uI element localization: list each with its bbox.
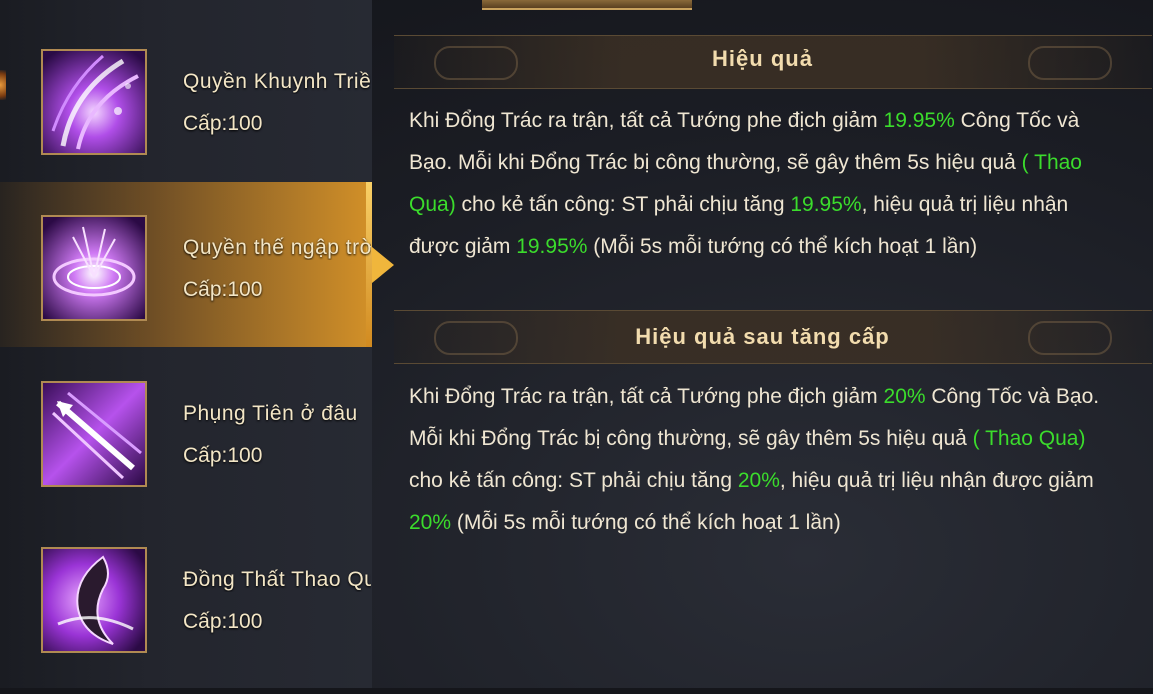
effect-title: Hiệu quả	[712, 46, 813, 71]
upgrade-value: 20%	[883, 385, 926, 408]
skill-name: Phụng Tiên ở đâu	[183, 402, 358, 425]
skill-name: Quyền Khuynh Triều Dã	[183, 70, 371, 93]
skill-name: Quyền thế ngập trời	[183, 236, 371, 259]
upgrade-title: Hiệu quả sau tăng cấp	[635, 324, 890, 349]
bottom-border	[0, 688, 1153, 694]
effect-value: 19.95%	[790, 193, 862, 216]
purple-spear-skill-icon	[41, 381, 147, 487]
purple-vortex-skill-icon	[41, 215, 147, 321]
skill-name: Đồng Thất Thao Qua	[183, 568, 371, 591]
purple-blade-skill-icon	[41, 547, 147, 653]
skill-level: Cấp:100	[183, 112, 263, 135]
skill-item-4[interactable]: Đồng Thất Thao Qua Cấp:100	[0, 514, 372, 679]
description-panel: Hiệu quả Khi Đổng Trác ra trận, tất cả T…	[372, 0, 1153, 694]
skill-item-1[interactable]: Quyền Khuynh Triều Dã Cấp:100	[0, 18, 372, 183]
upgrade-description: Khi Đổng Trác ra trận, tất cả Tướng phe …	[409, 385, 1100, 534]
skill-item-2-selected[interactable]: Quyền thế ngập trời Cấp:100	[0, 182, 372, 347]
skill-level: Cấp:100	[183, 444, 263, 467]
effect-description: Khi Đổng Trác ra trận, tất cả Tướng phe …	[409, 109, 1082, 258]
effect-value: 19.95%	[883, 109, 955, 132]
upgrade-status-name: ( Thao Qua)	[972, 427, 1086, 450]
effect-value: 19.95%	[516, 235, 588, 258]
skill-level: Cấp:100	[183, 278, 263, 301]
skill-list-panel: Quyền Khuynh Triều Dã Cấp:100 Quyền thế …	[0, 0, 372, 694]
skill-level: Cấp:100	[183, 610, 263, 633]
upgrade-value: 20%	[409, 511, 452, 534]
upgrade-value: 20%	[737, 469, 780, 492]
skill-item-3[interactable]: Phụng Tiên ở đâu Cấp:100	[0, 348, 372, 513]
purple-slash-skill-icon	[41, 49, 147, 155]
